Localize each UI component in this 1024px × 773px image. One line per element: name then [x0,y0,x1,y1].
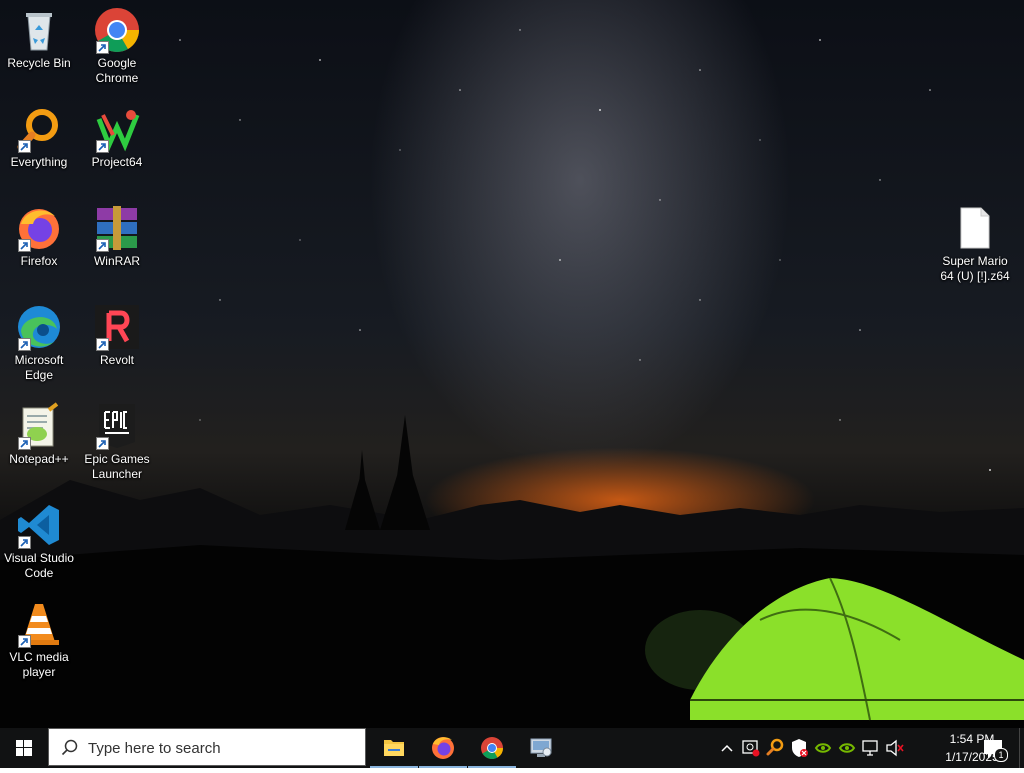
desktop-icon-revolt[interactable]: Revolt [78,303,156,368]
search-placeholder: Type here to search [88,740,221,757]
taskbar-firefox[interactable] [419,728,467,768]
shortcut-arrow-icon [18,140,31,153]
start-button[interactable] [0,728,48,768]
nvidia-icon [838,743,856,753]
tray-security-center[interactable] [739,728,763,768]
desktop-icon-label: Revolt [99,353,134,367]
everything-icon [766,738,784,756]
tray-nvidia-2[interactable] [835,728,859,768]
shortcut-arrow-icon [96,140,109,153]
desktop-icon-firefox[interactable]: Firefox [0,204,78,269]
desktop-icon-label: Firefox [20,254,58,268]
security-center-icon [742,740,760,757]
desktop-icon-recycle-bin[interactable]: Recycle Bin [0,6,78,71]
taskbar-control-panel[interactable] [517,728,565,768]
nvidia-icon [814,743,832,753]
desktop-icon-winrar[interactable]: WinRAR [78,204,156,269]
action-center-button[interactable]: 1 [978,728,1010,768]
desktop-icon-label: VLC media player [9,650,69,679]
tray-nvidia-1[interactable] [811,728,835,768]
desktop[interactable]: Recycle Bin Google Chrome Everything Pro… [0,0,1024,728]
shortcut-arrow-icon [18,635,31,648]
volume-muted-icon [886,739,904,757]
tray-everything[interactable] [763,728,787,768]
notification-count-badge: 1 [994,748,1008,762]
taskbar: Type here to search 1:54 PM 1/17/2025 1 [0,728,1024,768]
search-box[interactable]: Type here to search [48,728,366,766]
taskbar-chrome[interactable] [468,728,516,768]
desktop-icon-label: Epic Games Launcher [84,452,150,481]
desktop-icon-label: Project64 [91,155,143,169]
desktop-icon-super-mario-file[interactable]: Super Mario 64 (U) [!].z64 [935,204,1015,284]
tray-network[interactable] [859,728,883,768]
desktop-icon-google-chrome[interactable]: Google Chrome [78,6,156,86]
desktop-icon-vlc[interactable]: VLC media player [0,600,78,680]
shortcut-arrow-icon [96,239,109,252]
desktop-icon-vscode[interactable]: Visual Studio Code [0,501,78,581]
windows-logo-icon [16,740,32,756]
desktop-icon-label: Super Mario 64 (U) [!].z64 [940,254,1010,283]
desktop-icon-project64[interactable]: Project64 [78,105,156,170]
shortcut-arrow-icon [96,41,109,54]
recycle-bin-icon [26,13,52,51]
clock[interactable]: 1:54 PM 1/17/2025 [906,728,998,768]
show-hidden-icons-button[interactable] [716,728,738,768]
show-desktop-button[interactable] [1019,728,1024,768]
shortcut-arrow-icon [96,338,109,351]
desktop-icon-everything[interactable]: Everything [0,105,78,170]
search-icon [61,739,78,756]
shortcut-arrow-icon [96,437,109,450]
desktop-icon-label: Google Chrome [95,56,139,85]
shield-icon [792,739,808,757]
control-panel-icon [530,738,552,757]
shortcut-arrow-icon [18,338,31,351]
shortcut-arrow-icon [18,239,31,252]
desktop-icon-label: Everything [10,155,68,169]
folder-icon [384,740,404,756]
tray-windows-defender[interactable] [787,728,811,768]
desktop-icon-notepadpp[interactable]: Notepad++ [0,402,78,467]
shortcut-arrow-icon [18,536,31,549]
tray-volume-muted[interactable] [883,728,907,768]
firefox-icon [432,737,454,759]
chevron-up-icon [721,744,733,752]
shortcut-arrow-icon [18,437,31,450]
desktop-icon-label: WinRAR [93,254,140,268]
desktop-icon-label: Recycle Bin [7,56,71,70]
desktop-icon-microsoft-edge[interactable]: Microsoft Edge [0,303,78,383]
desktop-icon-label: Visual Studio Code [4,551,74,580]
desktop-icon-label: Microsoft Edge [14,353,64,382]
network-icon [862,740,878,756]
file-icon [960,207,990,249]
taskbar-file-explorer[interactable] [370,728,418,768]
desktop-icon-label: Notepad++ [9,452,69,466]
chrome-icon [481,737,503,759]
desktop-icon-epic-games[interactable]: Epic Games Launcher [78,402,156,482]
